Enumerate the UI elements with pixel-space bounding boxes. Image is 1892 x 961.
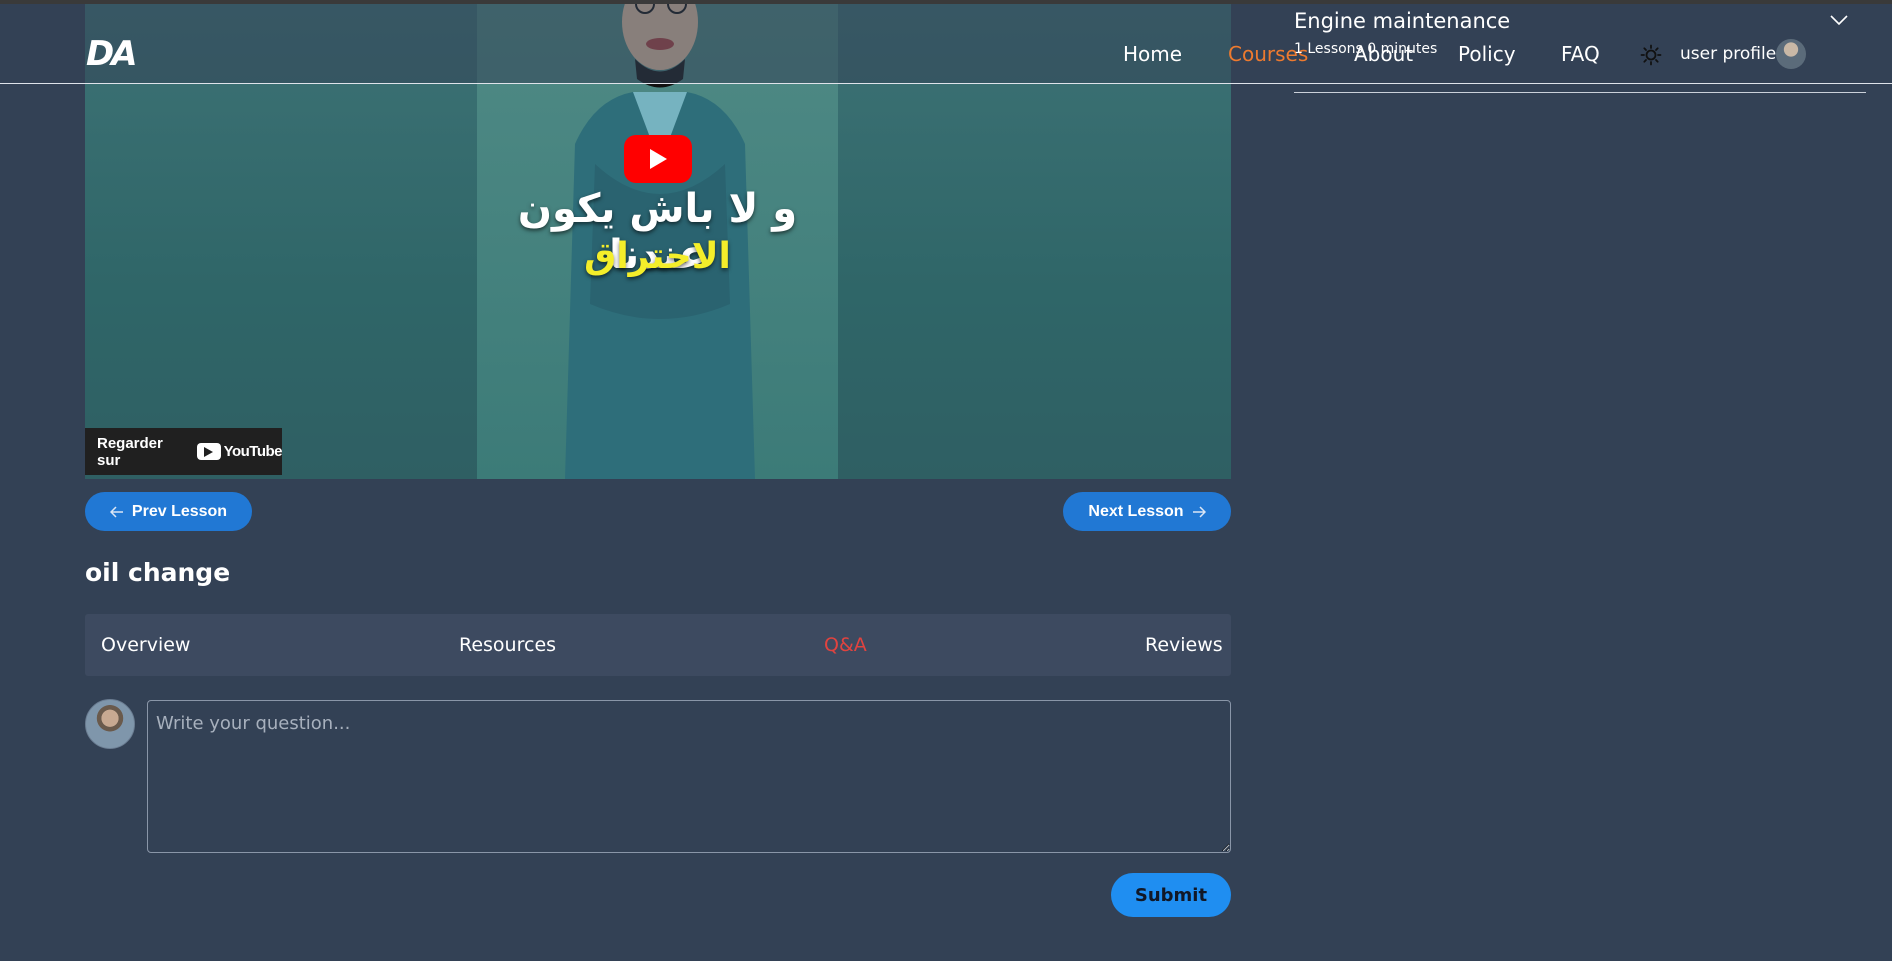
next-lesson-button[interactable]: Next Lesson <box>1063 492 1231 531</box>
chevron-down-icon[interactable] <box>1830 14 1848 26</box>
play-button[interactable] <box>624 135 692 183</box>
video-caption-line-2: الاحتراق <box>584 236 731 277</box>
prev-lesson-label: Prev Lesson <box>131 502 228 520</box>
tab-overview[interactable]: Overview <box>101 634 190 656</box>
sun-icon[interactable] <box>1640 44 1662 66</box>
arrow-right-icon <box>1192 505 1206 518</box>
user-profile-label[interactable]: user profile <box>1680 44 1776 64</box>
prev-lesson-button[interactable]: Prev Lesson <box>85 492 252 531</box>
lesson-title: oil change <box>85 558 231 587</box>
user-avatar[interactable] <box>1776 39 1806 69</box>
course-lesson-page: و لا باش يكون عندنا الاحتراق Regarder su… <box>0 0 1892 961</box>
watch-on-label: Regarder sur <box>97 434 163 469</box>
tab-resources[interactable]: Resources <box>459 634 556 656</box>
play-icon <box>650 149 667 169</box>
tab-reviews[interactable]: Reviews <box>1145 634 1223 656</box>
course-title: Engine maintenance <box>1294 9 1511 33</box>
course-meta: 1 Lessons 0 minutes <box>1294 41 1438 57</box>
watch-on-youtube-button[interactable]: Regarder sur YouTube <box>85 428 283 475</box>
arrow-left-icon <box>109 505 123 518</box>
course-divider <box>1294 92 1866 93</box>
tab-qa[interactable]: Q&A <box>824 634 867 656</box>
lesson-tabs: Overview Resources Q&A Reviews <box>85 614 1231 676</box>
youtube-play-icon <box>196 443 221 460</box>
top-navbar: DA Home Courses About Policy FAQ user pr… <box>0 4 1892 84</box>
nav-faq[interactable]: FAQ <box>1561 42 1600 66</box>
site-logo[interactable]: DA <box>86 34 138 74</box>
youtube-wordmark: YouTube <box>223 443 283 460</box>
nav-policy[interactable]: Policy <box>1458 42 1516 66</box>
submit-button[interactable]: Submit <box>1111 873 1231 917</box>
avatar <box>85 699 135 749</box>
question-input[interactable] <box>147 700 1231 853</box>
youtube-logo: YouTube <box>196 443 283 460</box>
next-lesson-label: Next Lesson <box>1088 502 1184 520</box>
nav-home[interactable]: Home <box>1123 42 1182 66</box>
